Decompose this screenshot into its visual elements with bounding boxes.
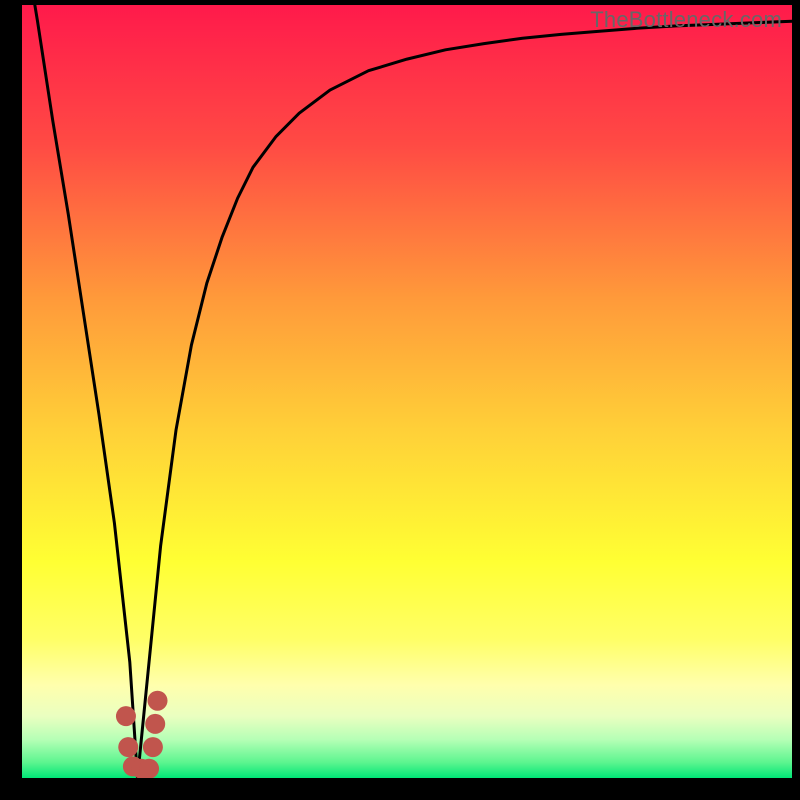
data-marker [116, 706, 136, 726]
gradient-background [22, 5, 792, 778]
bottleneck-chart [22, 5, 792, 778]
data-marker [143, 737, 163, 757]
data-marker [148, 691, 168, 711]
attribution-text: TheBottleneck.com [590, 7, 782, 33]
data-marker [118, 737, 138, 757]
data-marker [139, 759, 159, 778]
chart-frame: TheBottleneck.com [22, 5, 792, 778]
data-marker [145, 714, 165, 734]
